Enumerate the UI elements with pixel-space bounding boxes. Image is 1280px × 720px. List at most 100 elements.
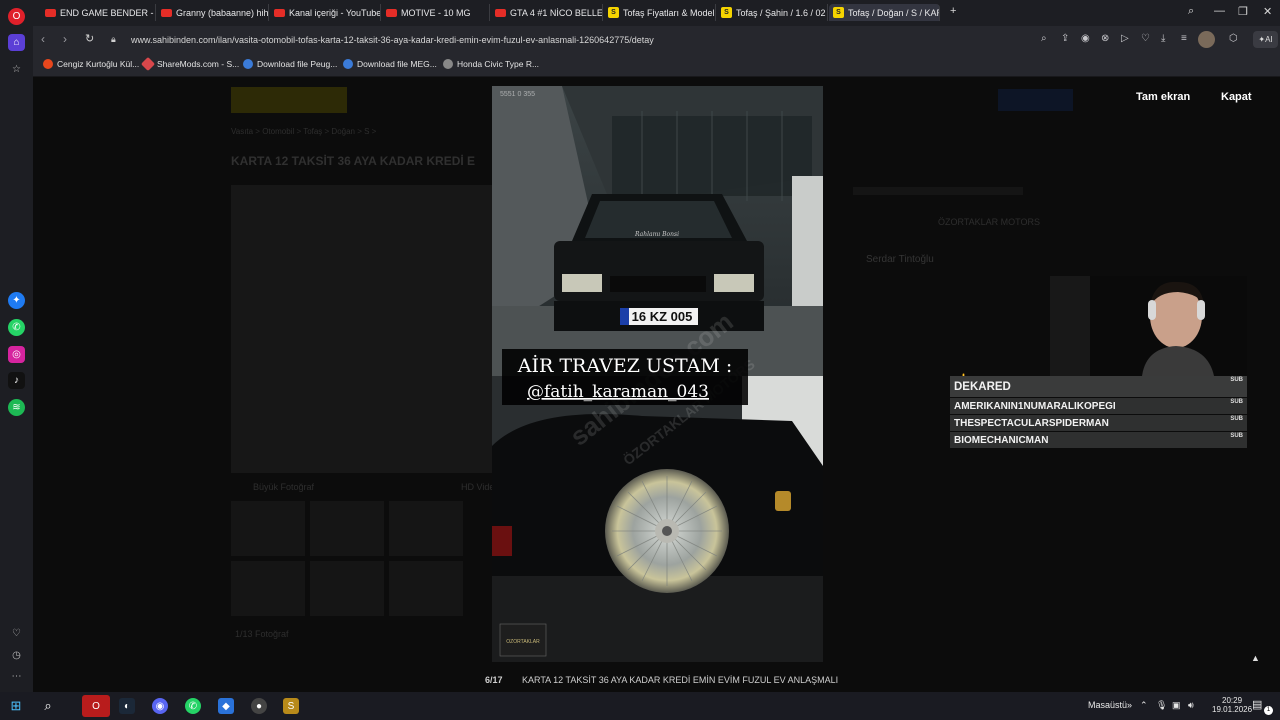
file-app-icon[interactable]: ◆ — [218, 698, 234, 714]
notification-count: 1 — [1264, 706, 1273, 715]
tab-active[interactable]: STofaş / Doğan / S / KARTA — [829, 4, 940, 21]
breadcrumb: Vasıta > Otomobil > Tofaş > Doğan > S > — [231, 127, 377, 136]
taskbar: ⊞ ⌕ O ◐ ◉ ✆ ◆ ● S Masaüstü » ⌃ 🎙︎ ▣ 🔊︎ 2… — [0, 692, 1280, 720]
tab[interactable]: MOTIVE - 10 MG — [382, 4, 490, 21]
scroll-top-icon[interactable]: ▲ — [1251, 653, 1260, 663]
opera-taskbar-icon[interactable]: O — [82, 695, 110, 717]
tab[interactable]: GTA 4 #1 NİCO BELLEK - Y — [491, 4, 603, 21]
whatsapp-icon[interactable]: ✆ — [8, 319, 25, 336]
bookmarks-bar: Cengiz Kurtoğlu Kül... ShareMods.com - S… — [33, 54, 1280, 77]
photo-corner-label: 5551 0 355 — [500, 91, 535, 98]
sahibinden-icon: S — [608, 7, 619, 18]
gallery-photo[interactable]: 16 KZ 005 Rahlamı Bonsi sahibinden.com Ö… — [492, 86, 823, 662]
thumbnail — [389, 561, 463, 616]
heart-icon[interactable]: ♡ — [8, 625, 25, 642]
forward-icon[interactable]: › — [63, 32, 67, 46]
browser-sidebar: O ⌂ ☆ ✦ ✆ ◎ ♪ ≋ ♡ ◷ ⋯ — [0, 0, 33, 692]
instagram-icon[interactable]: ◎ — [8, 346, 25, 363]
sub-badge: SUB — [1230, 377, 1243, 383]
bookmark-heart-icon[interactable]: ♡ — [1141, 33, 1150, 44]
tiktok-icon[interactable]: ♪ — [8, 372, 25, 389]
youtube-icon — [386, 8, 397, 17]
tab[interactable]: S Tofaş Fiyatları & Modeller — [604, 4, 716, 21]
sub-badge: SUB — [1230, 399, 1243, 405]
dealer-badge: OZORTAKLAR — [506, 639, 540, 645]
license-plate: 16 KZ 005 — [632, 309, 693, 324]
extension-icon[interactable]: ⬡ — [1229, 33, 1238, 44]
history-icon[interactable]: ◷ — [8, 647, 25, 664]
whatsapp-taskbar-icon[interactable]: ✆ — [185, 698, 201, 714]
photo-caption: KARTA 12 TAKSİT 36 AYA KADAR KREDİ EMİN … — [522, 675, 839, 685]
ai-button[interactable]: ✦AI — [1253, 31, 1278, 48]
close-button[interactable]: Kapat — [1221, 91, 1252, 103]
search-icon[interactable]: ⌕ — [40, 698, 56, 714]
tray-overflow-icon[interactable]: ⌃ — [1140, 700, 1148, 711]
home-icon[interactable]: ⌂ — [8, 34, 25, 51]
thumbnail — [310, 561, 384, 616]
sahibinden-taskbar-icon[interactable]: S — [283, 698, 299, 714]
desktop-label[interactable]: Masaüstü — [1088, 700, 1127, 710]
maximize-button[interactable]: ❐ — [1238, 5, 1248, 18]
messenger-icon[interactable]: ✦ — [8, 292, 25, 309]
site-logo — [231, 87, 347, 113]
spotify-icon[interactable]: ≋ — [8, 399, 25, 416]
chevron-icon[interactable]: » — [1127, 700, 1132, 710]
network-icon[interactable]: ▣ — [1172, 700, 1181, 711]
zoom-icon[interactable]: ⌕ — [1041, 33, 1047, 44]
obs-icon[interactable]: ● — [251, 698, 267, 714]
minimize-button[interactable]: — — [1214, 5, 1225, 17]
camera-icon[interactable]: ◉ — [1081, 33, 1090, 44]
download-icon[interactable]: ⤓ — [1161, 33, 1165, 44]
bookmark-item[interactable]: Honda Civic Type R... — [443, 59, 539, 69]
windows-start-icon[interactable]: ⊞ — [8, 698, 24, 714]
full-screen-button[interactable]: Tam ekran — [1136, 91, 1190, 103]
volume-icon[interactable]: 🔊︎ — [1188, 700, 1194, 711]
thumbnail — [389, 501, 463, 556]
site-icon — [343, 59, 353, 69]
thumbnail — [231, 501, 305, 556]
lock-icon: 🔒︎ — [111, 34, 116, 44]
bookmark-item[interactable]: ShareMods.com - S... — [140, 56, 239, 72]
url-field[interactable]: www.sahibinden.com/ilan/vasita-otomobil-… — [131, 35, 654, 45]
profile-avatar[interactable] — [1198, 31, 1215, 48]
player-icon[interactable]: ▷ — [1121, 33, 1129, 44]
back-icon[interactable]: ‹ — [41, 32, 45, 46]
tab[interactable]: Kanal içeriği - YouTube St — [270, 4, 381, 21]
chat-row: AMERIKANIN1NUMARALIKOPEGI SUB — [950, 398, 1247, 414]
streamer-camera-image — [1050, 276, 1247, 376]
site-icon — [140, 56, 156, 72]
photo-overlay-line1: AİR TRAVEZ USTAM : — [517, 354, 732, 377]
bookmark-item[interactable]: Cengiz Kurtoğlu Kül... — [43, 59, 139, 69]
photo-counter: 6/17 — [485, 675, 503, 685]
bookmark-item[interactable]: Download file MEG... — [343, 59, 437, 69]
tab[interactable]: STofaş / Şahin / 1.6 / 02 RO — [717, 4, 828, 21]
seller-name: Serdar Tintoğlu — [866, 254, 934, 265]
steam-icon[interactable]: ◐ — [119, 698, 135, 714]
more-icon[interactable]: ⋯ — [8, 668, 25, 685]
vpn-icon[interactable]: ⊗ — [1101, 33, 1109, 44]
site-icon — [243, 59, 253, 69]
photo-count: 1/13 Fotoğraf — [235, 629, 289, 639]
tab[interactable]: Granny (babaanne) hihi ku — [157, 4, 269, 21]
reload-icon[interactable]: ↻ — [85, 32, 94, 45]
thumbnail — [231, 561, 305, 616]
youtube-icon — [495, 8, 506, 17]
gallery-main-photo — [231, 185, 493, 473]
search-tabs-icon[interactable]: ⌕ — [1188, 5, 1194, 18]
menu-icon[interactable]: ≡ — [1181, 33, 1187, 44]
bookmark-item[interactable]: Download file Peug... — [243, 59, 337, 69]
opera-logo-icon[interactable]: O — [8, 8, 25, 25]
microphone-icon[interactable]: 🎙︎ — [1156, 700, 1167, 711]
tab[interactable]: END GAME BENDER - You — [41, 4, 156, 21]
clock[interactable]: 20:29 19.01.2026 — [1212, 696, 1252, 714]
site-icon — [443, 59, 453, 69]
pinboard-icon[interactable]: ☆ — [8, 61, 25, 78]
share-icon[interactable]: ⇪ — [1061, 33, 1069, 44]
youtube-icon — [161, 8, 172, 17]
new-tab-button[interactable]: + — [950, 5, 956, 17]
youtube-icon — [274, 8, 285, 17]
notification-icon[interactable]: ▤ — [1252, 698, 1262, 711]
discord-icon[interactable]: ◉ — [152, 698, 168, 714]
tab-bar: END GAME BENDER - You Granny (babaanne) … — [33, 0, 1280, 26]
close-window-button[interactable]: ✕ — [1263, 5, 1272, 18]
